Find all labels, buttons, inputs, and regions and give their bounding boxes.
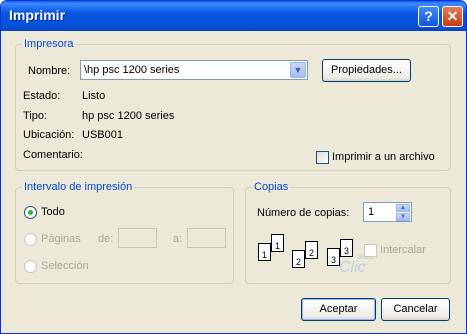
close-button[interactable]: ✕: [442, 6, 463, 27]
copies-count-label: Número de copias:: [257, 207, 350, 219]
status-label: Estado:: [23, 90, 61, 102]
printer-name-value: \hp psc 1200 series: [84, 64, 180, 76]
collate-label[interactable]: Intercalar: [380, 244, 426, 256]
title-bar[interactable]: Imprimir ? ✕: [1, 1, 466, 31]
page-icon-1-front: 1: [258, 243, 271, 261]
accept-button[interactable]: Aceptar: [301, 298, 376, 321]
page-icon-2-front: 2: [292, 250, 305, 268]
print-to-file-label[interactable]: Imprimir a un archivo: [332, 151, 435, 163]
range-to-input[interactable]: [187, 228, 226, 248]
range-all-radio[interactable]: [24, 206, 37, 219]
spin-down-icon[interactable]: ▼: [396, 213, 410, 221]
location-value: USB001: [82, 129, 123, 141]
close-icon: ✕: [446, 8, 459, 24]
page-icon-1-back: 1: [271, 234, 284, 252]
page-icon-2-back: 2: [305, 241, 318, 259]
range-pages-label[interactable]: Páginas: [41, 233, 81, 245]
location-label: Ubicación:: [23, 129, 75, 141]
collate-checkbox[interactable]: [364, 244, 377, 257]
print-dialog: Imprimir ? ✕ Impresora Nombre: \hp psc 1…: [0, 0, 467, 334]
print-range-group-label: Intervalo de impresión: [22, 181, 135, 193]
range-selection-label[interactable]: Selección: [41, 260, 89, 272]
help-button[interactable]: ?: [418, 6, 439, 27]
range-all-label[interactable]: Todo: [41, 206, 65, 218]
watermark-main: Clic: [339, 259, 366, 276]
radio-selected-dot: [28, 210, 33, 215]
copies-group-label: Copias: [252, 181, 291, 193]
help-icon: ?: [424, 8, 433, 24]
type-value: hp psc 1200 series: [82, 110, 175, 122]
page-icon-3-back: 3: [340, 239, 353, 257]
range-from-input[interactable]: [118, 228, 157, 248]
type-label: Tipo:: [23, 110, 48, 122]
spin-up-icon[interactable]: ▲: [396, 204, 410, 212]
chevron-down-icon[interactable]: ▼: [290, 62, 306, 78]
status-value: Listo: [82, 90, 106, 102]
printer-name-select[interactable]: \hp psc 1200 series ▼: [80, 60, 308, 80]
range-selection-radio[interactable]: [24, 260, 37, 273]
range-to-label: a:: [173, 233, 183, 245]
print-to-file-checkbox[interactable]: [316, 151, 329, 164]
comment-label: Comentario:: [23, 149, 83, 161]
range-from-label: de:: [98, 233, 114, 245]
properties-button[interactable]: Propiedades...: [322, 59, 411, 82]
range-pages-radio[interactable]: [24, 233, 37, 246]
copies-count-stepper[interactable]: 1 ▲ ▼: [363, 202, 412, 222]
cancel-button[interactable]: Cancelar: [381, 298, 450, 321]
aulaclic-watermark: aula Clic: [339, 251, 374, 277]
copies-count-value: 1: [368, 206, 375, 218]
window-title: Imprimir: [9, 7, 66, 23]
printer-group-label: Impresora: [22, 38, 76, 50]
printer-name-label: Nombre:: [28, 65, 71, 77]
